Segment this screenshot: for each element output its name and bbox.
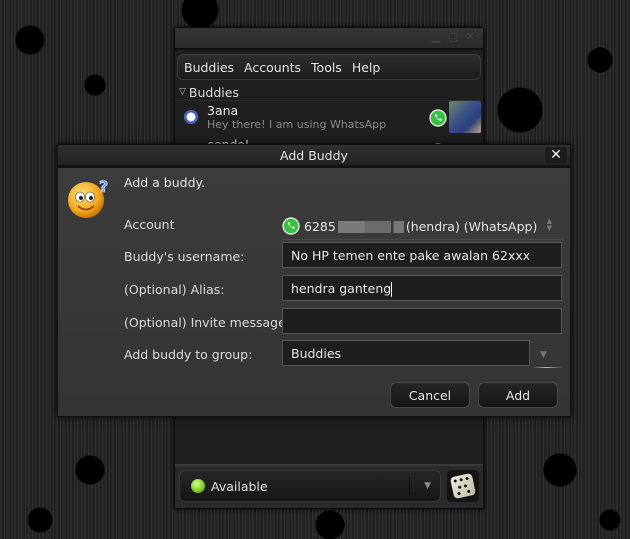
available-status-icon — [191, 479, 205, 493]
invite-message-label: (Optional) Invite message: — [124, 315, 291, 330]
buddy-list-titlebar[interactable]: ▁ ▢ ✕ — [175, 28, 483, 50]
menu-tools[interactable]: Tools — [311, 60, 342, 75]
minimize-icon[interactable]: ▁ — [431, 31, 441, 42]
username-input[interactable]: No HP temen ente pake awalan 62xxx — [282, 242, 562, 268]
svg-text:?: ? — [99, 177, 108, 196]
group-name: Buddies — [188, 84, 239, 100]
menu-accounts[interactable]: Accounts — [244, 60, 301, 75]
buddy-row[interactable]: 3ana Hey there! I am using WhatsApp — [175, 101, 483, 135]
dialog-title: Add Buddy — [280, 148, 348, 163]
chevron-down-icon[interactable]: ▼ — [424, 481, 431, 491]
text-caret — [391, 282, 393, 297]
group-label: Add buddy to group: — [124, 347, 253, 362]
menu-buddies[interactable]: Buddies — [184, 60, 234, 75]
close-icon[interactable]: ✕ — [545, 147, 567, 163]
status-selector[interactable]: Available ▼ — [179, 470, 441, 502]
group-header-buddies[interactable]: ▽ Buddies — [175, 84, 483, 101]
group-value: Buddies — [291, 346, 342, 361]
expander-triangle-icon[interactable]: ▽ — [179, 87, 186, 97]
maximize-icon[interactable]: ▢ — [448, 31, 458, 42]
account-number-prefix: 6285 — [304, 218, 336, 234]
account-name: (hendra) (WhatsApp) — [405, 218, 538, 234]
alias-input[interactable]: hendra ganteng — [282, 275, 562, 301]
buddy-avatar — [449, 101, 481, 133]
cancel-button[interactable]: Cancel — [390, 382, 470, 408]
buddy-status-message: Hey there! I am using WhatsApp — [207, 118, 387, 131]
dice-icon — [449, 472, 477, 500]
alias-value: hendra ganteng — [291, 281, 392, 296]
status-label: Available — [211, 478, 268, 494]
spinner-arrows-icon: ▲ ▼ — [546, 217, 552, 232]
chevron-down-icon[interactable]: ▼ — [540, 350, 547, 360]
whatsapp-icon — [282, 217, 300, 235]
buddy-icon-button[interactable] — [447, 470, 479, 502]
alias-label: (Optional) Alias: — [124, 282, 225, 297]
close-icon[interactable]: ✕ — [465, 31, 475, 42]
invite-message-input[interactable] — [282, 308, 562, 334]
buddy-name: 3ana — [207, 103, 239, 118]
add-buddy-dialog: Add Buddy ✕ ? Add a buddy. Account 6285 (… — [57, 144, 571, 417]
confused-smiley-icon: ? — [68, 177, 109, 218]
menu-bar: Buddies Accounts Tools Help — [177, 54, 481, 80]
add-button[interactable]: Add — [478, 382, 558, 408]
combo-underline — [532, 367, 562, 368]
username-label: Buddy's username: — [124, 249, 245, 264]
account-selector[interactable]: 6285 (hendra) (WhatsApp) ▲ ▼ — [282, 213, 564, 240]
menu-help[interactable]: Help — [352, 60, 381, 75]
away-clock-icon — [184, 110, 198, 124]
group-combo-input[interactable]: Buddies — [282, 340, 530, 366]
redacted-number — [337, 221, 404, 233]
dialog-body: ? Add a buddy. Account 6285 (hendra) (Wha… — [58, 168, 570, 416]
username-value: No HP temen ente pake awalan 62xxx — [291, 248, 531, 263]
whatsapp-icon — [429, 109, 447, 130]
account-label: Account — [124, 217, 175, 232]
dialog-titlebar[interactable]: Add Buddy ✕ — [58, 145, 570, 168]
dialog-heading: Add a buddy. — [124, 175, 206, 190]
status-bar: Available ▼ — [175, 464, 483, 508]
separator — [409, 477, 410, 495]
